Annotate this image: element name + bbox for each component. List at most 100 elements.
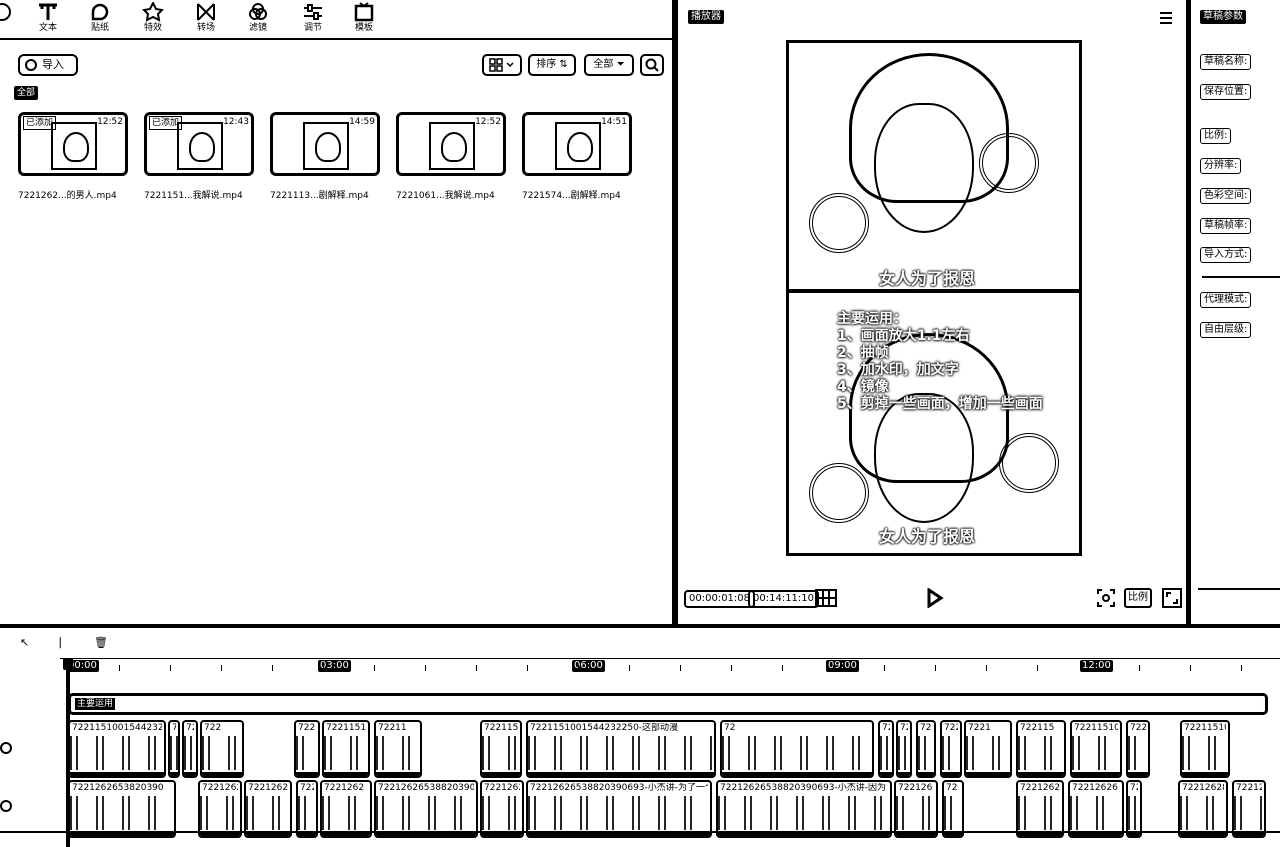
timeline-clip-name: 72	[882, 723, 890, 733]
timeline-clip[interactable]: 722	[200, 720, 244, 778]
clip-name: 7221151...我解说.mp4	[144, 191, 243, 201]
timeline-clip[interactable]: 72211510	[1070, 720, 1122, 778]
clip-frames	[298, 796, 316, 830]
timeline-clip[interactable]: 722115	[1016, 720, 1066, 778]
timeline-clip[interactable]: 7221	[964, 720, 1012, 778]
timeline-clip[interactable]: 72211510015442322	[68, 720, 166, 778]
timeline-clip-name: 722	[204, 723, 222, 733]
media-clip-card[interactable]: 14:51	[522, 112, 632, 176]
timeline-clip[interactable]: 722115	[940, 720, 962, 778]
timeline-clip[interactable]: 7221262	[1016, 780, 1064, 838]
clip-duration: 14:59	[349, 117, 375, 127]
timeline-clip[interactable]: 7221151001544232250-这部动漫	[526, 720, 716, 778]
menu-icon[interactable]	[1158, 10, 1174, 26]
timeline-clip[interactable]: 72212628	[244, 780, 292, 838]
timeline-clip-name: 72	[1130, 783, 1138, 793]
param-proxy-mode: 代理模式:	[1200, 292, 1252, 308]
timeline-clip-name: 72212626538820390693-小杰讲-为了一个	[530, 783, 708, 793]
timeline-clip[interactable]: 72211511	[322, 720, 370, 778]
timeline-clip[interactable]: 722115	[916, 720, 936, 778]
clip-audio-bar	[1018, 772, 1064, 776]
select-tool-icon[interactable]: ↖	[20, 636, 29, 649]
timeline-clip[interactable]: 72212	[1232, 780, 1266, 838]
tool-template[interactable]: 模板	[344, 2, 384, 38]
media-clip-card[interactable]: 已添加 12:52	[18, 112, 128, 176]
ratio-button[interactable]: 比例	[1124, 588, 1152, 608]
transition-icon	[197, 3, 215, 21]
category-tag-all[interactable]: 全部	[14, 86, 39, 100]
timeline-clip[interactable]: 72	[878, 720, 894, 778]
media-clip-card[interactable]: 14:59	[270, 112, 380, 176]
fit-screen-icon[interactable]	[1096, 588, 1116, 608]
delete-tool-icon[interactable]: 🗑	[94, 636, 108, 649]
tool-text[interactable]: 文本	[28, 2, 68, 38]
timeline-clip-name: 7221	[968, 723, 991, 733]
ornament	[999, 433, 1059, 493]
timeline-clip[interactable]: 7221151001544232250-这部动漫-唯我解说	[480, 720, 522, 778]
fullscreen-icon[interactable]	[1162, 588, 1182, 608]
timeline-bottom-border	[0, 831, 1280, 833]
clip-frames	[1072, 736, 1120, 770]
clip-audio-bar	[170, 772, 178, 776]
timeline-clip[interactable]: 72	[168, 720, 180, 778]
playhead[interactable]	[63, 658, 73, 847]
tool-effects[interactable]: 特效	[133, 2, 173, 38]
text-icon	[39, 3, 57, 20]
timeline-clip-name: 72211510	[298, 723, 316, 733]
import-button[interactable]: 导入	[18, 54, 78, 76]
clip-frames	[918, 736, 934, 770]
panel-divider[interactable]	[1186, 0, 1191, 624]
panel-divider[interactable]	[672, 0, 678, 624]
view-mode-button[interactable]	[482, 54, 522, 76]
timeline-clip[interactable]: 72211510015442322	[1180, 720, 1230, 778]
tool-sticker[interactable]: 贴纸	[80, 2, 120, 38]
tool-transition[interactable]: 转场	[186, 2, 226, 38]
overlay-line: 4、镜像	[837, 379, 889, 395]
timeline-clip[interactable]: 7221262	[198, 780, 242, 838]
timeline-clip[interactable]: 7221262	[320, 780, 372, 838]
filter-button[interactable]: 全部 ⏷	[584, 54, 634, 76]
media-clip-card[interactable]: 12:52	[396, 112, 506, 176]
tool-filter[interactable]: 滤镜	[238, 2, 278, 38]
media-clip-card[interactable]: 已添加 12:43	[144, 112, 254, 176]
tool-text-label: 文本	[38, 23, 57, 33]
media-tool-partial[interactable]	[0, 2, 22, 38]
timeline-clip[interactable]: 72212626538820390693	[374, 780, 478, 838]
clip-audio-bar	[880, 772, 892, 776]
text-track-clip[interactable]: 主要运用	[68, 693, 1268, 715]
clip-frames	[1182, 736, 1228, 770]
time-ruler[interactable]: 00:00 03:00 06:00 09:00 12:00	[60, 658, 1280, 672]
media-panel: 导入 排序 ⇅ 全部 ⏷ 全部 已添加 12:52 7221262...的男人.…	[0, 42, 672, 622]
timeline-clip-name: 7221151001544232250-这部动漫-唯我解说	[484, 723, 518, 733]
timeline-clip[interactable]: 72	[1126, 780, 1142, 838]
timeline-clip[interactable]: 72212626538820390693-小杰讲-因为	[716, 780, 892, 838]
overlay-line: 3、加水印，加文字	[837, 362, 959, 378]
param-import-mode: 导入方式:	[1200, 247, 1252, 263]
timeline-clip-name: 7221262	[1020, 783, 1060, 793]
split-tool-icon[interactable]: ⎸	[60, 636, 71, 650]
timeline-clip[interactable]: 72212626	[1068, 780, 1124, 838]
timeline-grid-icon[interactable]	[814, 588, 838, 608]
video-preview[interactable]: 女人为了报恩 女人为了报恩 主要运用： 1、画面放大1.1左右 2、抽帧 3、加…	[786, 40, 1082, 556]
timeline-clip[interactable]: 72	[896, 720, 912, 778]
timeline-clip[interactable]: 7221262	[480, 780, 524, 838]
timeline-clip[interactable]: 72212628	[1178, 780, 1228, 838]
play-icon[interactable]	[924, 588, 944, 608]
tool-adjust[interactable]: 调节	[293, 2, 333, 38]
timeline-clip[interactable]: 722115	[182, 720, 198, 778]
timeline-clip[interactable]: 722126	[894, 780, 938, 838]
clip-audio-bar	[898, 772, 910, 776]
timeline-clip[interactable]: 72	[942, 780, 964, 838]
ruler-tick	[782, 665, 783, 671]
timeline-clip[interactable]: 722	[296, 780, 318, 838]
tool-adjust-label: 调节	[303, 23, 322, 33]
clip-frames	[1180, 796, 1226, 830]
timeline-clip[interactable]: 72211510	[294, 720, 320, 778]
timeline-clip[interactable]: 72211	[374, 720, 422, 778]
timeline-clip[interactable]: 7221262653820390	[68, 780, 176, 838]
timeline-clip[interactable]: 72211	[1126, 720, 1150, 778]
search-button[interactable]	[640, 54, 664, 76]
timeline-clip[interactable]: 72	[720, 720, 874, 778]
sort-button[interactable]: 排序 ⇅	[528, 54, 576, 76]
timeline-clip[interactable]: 72212626538820390693-小杰讲-为了一个	[526, 780, 712, 838]
